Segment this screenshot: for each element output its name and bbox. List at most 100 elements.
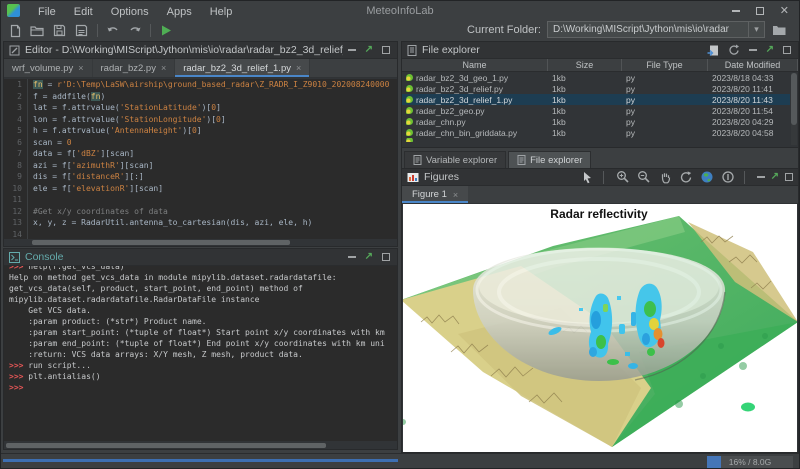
panel-minimize-icon[interactable] <box>749 49 757 51</box>
panel-minimize-icon[interactable] <box>348 49 356 51</box>
console-hscrollbar[interactable] <box>4 443 397 448</box>
menu-apps[interactable]: Apps <box>158 6 201 18</box>
panel-maximize-icon[interactable] <box>783 46 791 54</box>
add-file-icon[interactable] <box>707 45 719 56</box>
zoom-in-icon[interactable] <box>616 170 631 184</box>
line-number: 2 <box>4 91 28 103</box>
menu-edit[interactable]: Edit <box>65 6 102 18</box>
run-script-icon[interactable] <box>157 23 174 38</box>
file-type-cell: py <box>622 106 708 116</box>
code-line: 10ele = f['elevationR'][scan] <box>4 183 397 195</box>
undo-icon[interactable] <box>104 23 121 38</box>
figures-title: Figures <box>424 171 575 183</box>
editor-hscroll-thumb[interactable] <box>32 240 290 245</box>
tab-close-icon[interactable]: × <box>296 63 301 73</box>
code-line: 3lat = f.attrvalue('StationLatitude')[0] <box>4 102 397 114</box>
file-row[interactable]: radar_bz2_3d_relief_1.py1kbpy2023/8/20 1… <box>402 94 790 105</box>
file-date-cell: 2023/8/20 04:29 <box>708 117 790 127</box>
console-hscroll-thumb[interactable] <box>6 443 326 448</box>
file-size-cell: 1kb <box>548 95 622 105</box>
editor-tab[interactable]: wrf_volume.py× <box>4 59 93 77</box>
chevron-down-icon[interactable]: ▾ <box>748 22 764 37</box>
pan-hand-icon[interactable] <box>658 170 673 184</box>
line-number: 14 <box>4 229 28 240</box>
panel-maximize-icon[interactable] <box>382 46 390 54</box>
file-date-cell: 2023/8/20 11:41 <box>708 84 790 94</box>
save-as-icon[interactable] <box>73 23 90 38</box>
panel-maximize-icon[interactable] <box>382 253 390 261</box>
toolbar-separator <box>150 24 151 37</box>
redo-icon[interactable] <box>126 23 143 38</box>
panel-float-icon[interactable]: ↗ <box>365 46 373 54</box>
editor-tab[interactable]: radar_bz2.py× <box>93 59 176 77</box>
console-icon <box>9 252 20 263</box>
identify-icon[interactable] <box>721 170 736 184</box>
file-row[interactable]: radar_bz2_3d_relief.py1kbpy2023/8/20 11:… <box>402 83 790 94</box>
panel-float-icon[interactable]: ↗ <box>771 173 779 181</box>
console-output[interactable]: >>> help(f.get_vcs_data)Help on method g… <box>4 266 397 441</box>
open-folder-icon[interactable] <box>29 23 46 38</box>
memory-indicator[interactable]: 16% / 8.0G <box>707 456 793 468</box>
code-line: 6scan = 0 <box>4 137 397 149</box>
file-row[interactable]: radar_bz2_geo.py1kbpy2023/8/20 11:54 <box>402 105 790 116</box>
code-token: 'distanceR' <box>72 172 125 181</box>
tab-close-icon[interactable]: × <box>453 190 458 200</box>
browse-folder-icon[interactable] <box>771 22 788 37</box>
code-token: ][scan] <box>129 184 163 193</box>
file-name: radar_bz2_3d_relief.py <box>416 84 503 94</box>
column-header-date[interactable]: Date Modified <box>708 59 798 71</box>
code-line: 14 <box>4 229 397 240</box>
figure-canvas[interactable]: Radar reflectivity <box>403 204 797 452</box>
editor-tab[interactable]: radar_bz2_3d_relief_1.py× <box>175 59 310 77</box>
file-date-cell: 2023/8/20 04:58 <box>708 128 790 138</box>
new-file-icon[interactable] <box>7 23 24 38</box>
window-minimize-icon[interactable] <box>732 10 740 12</box>
panel-maximize-icon[interactable] <box>785 173 793 181</box>
file-row[interactable]: radar_chn_bin_griddata.py1kbpy2023/8/20 … <box>402 127 790 138</box>
console-line: get_vcs_data(self, product, start_point,… <box>9 283 397 294</box>
code-token: 'elevationR' <box>72 184 130 193</box>
window-maximize-icon[interactable] <box>756 7 764 15</box>
current-folder-combo[interactable]: D:\Working\MIScript\Jython\mis\io\radar … <box>547 21 765 38</box>
pointer-tool-icon[interactable] <box>580 170 595 184</box>
menu-file[interactable]: File <box>29 6 65 18</box>
file-name-cell: radar_bz2_3d_relief.py <box>402 84 548 94</box>
statusbar-progress-line <box>3 459 398 462</box>
memory-text: 16% / 8.0G <box>707 456 793 468</box>
file-type-cell: py <box>622 84 708 94</box>
tab-close-icon[interactable]: × <box>78 63 83 73</box>
console-text: help(f.get_vcs_data) <box>28 266 124 271</box>
panel-minimize-icon[interactable] <box>348 256 356 258</box>
tab-close-icon[interactable]: × <box>161 63 166 73</box>
file-table-vscroll-thumb[interactable] <box>791 73 797 125</box>
file-row[interactable] <box>402 138 790 142</box>
editor-title: Editor - D:\Working\MIScript\Jython\mis\… <box>25 44 343 56</box>
column-header-name[interactable]: Name <box>402 59 548 71</box>
console-text: :param start_point: (*tuple of float*) S… <box>9 328 385 337</box>
file-table-vscrollbar[interactable] <box>791 73 797 145</box>
file-row[interactable]: radar_chn.py1kbpy2023/8/20 04:29 <box>402 116 790 127</box>
panel-float-icon[interactable]: ↗ <box>365 253 373 261</box>
tab-variable-explorer[interactable]: Variable explorer <box>404 151 506 168</box>
column-header-filetype[interactable]: File Type <box>622 59 708 71</box>
code-token: fn <box>91 92 101 101</box>
column-header-size[interactable]: Size <box>548 59 622 71</box>
globe-icon[interactable] <box>700 170 715 184</box>
figure-tab-label: Figure 1 <box>412 189 447 200</box>
menu-options[interactable]: Options <box>102 6 158 18</box>
rotate-tool-icon[interactable] <box>679 170 694 184</box>
panel-minimize-icon[interactable] <box>757 176 765 178</box>
save-icon[interactable] <box>51 23 68 38</box>
tab-file-explorer[interactable]: File explorer <box>508 151 591 168</box>
zoom-out-icon[interactable] <box>637 170 652 184</box>
menu-help[interactable]: Help <box>201 6 242 18</box>
code-editor[interactable]: 1fn = r'D:\Temp\LaSW\airship\ground_base… <box>4 79 397 239</box>
line-number: 8 <box>4 160 28 172</box>
figure-1-tab[interactable]: Figure 1 × <box>402 186 468 203</box>
window-close-icon[interactable]: ✕ <box>780 6 789 16</box>
refresh-icon[interactable] <box>728 44 740 56</box>
panel-float-icon[interactable]: ↗ <box>766 46 774 54</box>
editor-hscrollbar[interactable] <box>4 240 397 245</box>
editor-panel: Editor - D:\Working\MIScript\Jython\mis\… <box>3 41 398 247</box>
file-row[interactable]: radar_bz2_3d_geo_1.py1kbpy2023/8/18 04:3… <box>402 72 790 83</box>
